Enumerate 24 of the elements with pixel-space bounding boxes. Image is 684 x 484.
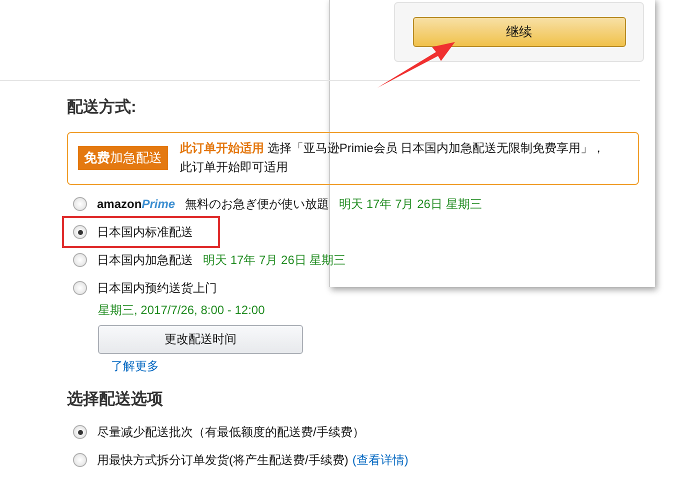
prime-logo: amazonPrime [97,197,176,211]
promo-badge: 免费加急配送 [78,146,168,170]
continue-button[interactable]: 继续 [412,17,626,47]
change-time-button[interactable]: 更改配送时间 [98,325,303,354]
section-title: 选择配送选项 [67,390,164,410]
delivery-date: 明天 17年 7月 26日 星期三 [203,252,346,268]
section-title: 配送方式: [67,97,138,118]
radio-button[interactable] [73,253,87,267]
radio-button[interactable] [73,197,87,211]
option-label: 無料のお急ぎ便が使い放題 [185,196,330,212]
promo-text: 此订单开始适用 选择「亚马逊Primie会员 日本国内加急配送无限制免费享用」，此订单开始即可适用 [180,140,606,176]
radio-button[interactable] [73,281,87,295]
delivery-slot: 星期三, 2017/7/26, 8:00 - 12:00 [98,302,265,319]
option-label: 日本国内加急配送 [97,252,193,268]
radio-button[interactable] [73,225,87,239]
radio-button[interactable] [73,425,87,439]
delivery-date: 明天 17年 7月 26日 星期三 [339,196,482,212]
learn-more-link[interactable]: 了解更多 [111,358,159,375]
option-label: 日本国内标准配送 [97,224,193,240]
option-label: 尽量减少配送批次（有最低额度的配送费/手续费） [97,424,364,440]
details-link[interactable]: (查看详情) [352,452,408,468]
radio-button[interactable] [73,453,87,467]
option-label: 用最快方式拆分订单发货(将产生配送费/手续费) [97,452,348,468]
option-label: 日本国内预约送货上门 [97,280,217,296]
